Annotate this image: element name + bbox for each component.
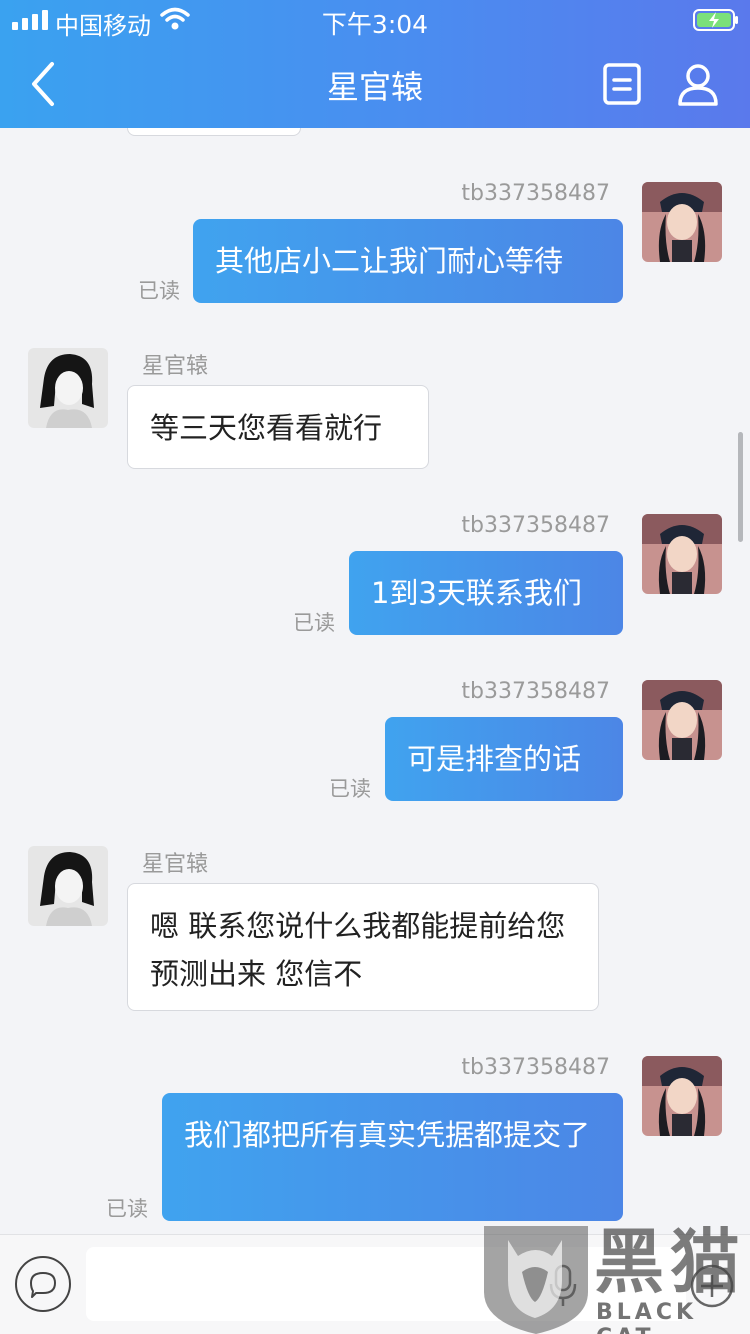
avatar-photo-icon xyxy=(28,348,108,428)
avatar-photo-icon xyxy=(642,182,722,262)
read-status: 已读 xyxy=(293,611,335,635)
read-status: 已读 xyxy=(329,777,371,801)
read-status: 已读 xyxy=(138,279,180,303)
sender-name: tb337358487 xyxy=(461,513,610,538)
status-time: 下午3:04 xyxy=(321,10,429,39)
sender-name: 星官辕 xyxy=(142,354,209,379)
message-bubble[interactable]: 嗯 联系您说什么我都能提前给您预测出来 您信不 xyxy=(127,883,599,1011)
message-bubble[interactable]: 其他店小二让我门耐心等待 xyxy=(193,219,623,303)
status-bar: 中国移动 下午3:04 xyxy=(0,0,750,40)
message-bubble[interactable]: 可是排查的话 xyxy=(385,717,623,801)
partial-message-bubble xyxy=(127,128,301,136)
message-bubble[interactable]: 1到3天联系我们 xyxy=(349,551,623,635)
sender-name: tb337358487 xyxy=(461,1055,610,1080)
sender-name: 星官辕 xyxy=(142,852,209,877)
avatar-photo-icon xyxy=(28,846,108,926)
shop-avatar[interactable] xyxy=(28,348,108,428)
read-status: 已读 xyxy=(106,1197,148,1221)
watermark-subtitle: BLACK CAT xyxy=(596,1300,698,1334)
user-icon[interactable] xyxy=(676,62,720,106)
user-avatar[interactable] xyxy=(642,514,722,594)
battery-icon xyxy=(693,9,738,31)
chat-bubble-icon[interactable] xyxy=(14,1255,72,1313)
user-avatar[interactable] xyxy=(642,680,722,760)
sender-name: tb337358487 xyxy=(461,679,610,704)
chat-header: 中国移动 下午3:04 星官辕 xyxy=(0,0,750,128)
user-avatar[interactable] xyxy=(642,1056,722,1136)
shop-avatar[interactable] xyxy=(28,846,108,926)
avatar-photo-icon xyxy=(642,514,722,594)
avatar-photo-icon xyxy=(642,680,722,760)
document-icon[interactable] xyxy=(602,62,642,106)
message-bubble[interactable]: 我们都把所有真实凭据都提交了 xyxy=(162,1093,623,1221)
watermark-title: 黑猫 xyxy=(594,1221,746,1303)
user-avatar[interactable] xyxy=(642,182,722,262)
chat-area[interactable]: tb337358487 其他店小二让我门耐心等待 已读 星官辕 等三天您看看就行… xyxy=(0,128,750,1234)
scrollbar[interactable] xyxy=(738,432,743,542)
avatar-photo-icon xyxy=(642,1056,722,1136)
sender-name: tb337358487 xyxy=(461,181,610,206)
message-bubble[interactable]: 等三天您看看就行 xyxy=(127,385,429,469)
